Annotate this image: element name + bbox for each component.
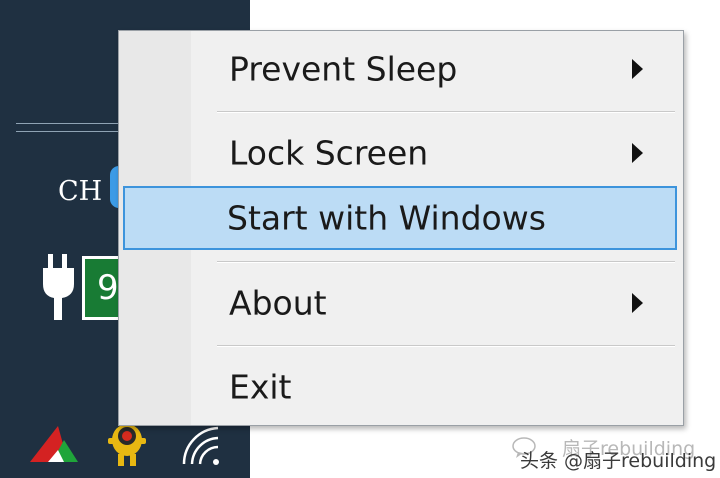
menu-item-exit[interactable]: Exit — [123, 355, 677, 419]
menu-item-about[interactable]: About — [123, 271, 677, 335]
menu-item-label: Exit — [229, 367, 292, 407]
submenu-arrow-icon — [632, 59, 643, 79]
menu-item-label: Lock Screen — [229, 133, 429, 173]
menu-item-lock-screen[interactable]: Lock Screen — [123, 121, 677, 185]
menu-item-label: Prevent Sleep — [229, 49, 458, 89]
submenu-arrow-icon — [632, 293, 643, 313]
watermark-text: 头条 @扇子rebuilding — [520, 450, 717, 472]
menu-item-start-with-windows[interactable]: Start with Windows — [123, 186, 677, 250]
menu-separator — [217, 261, 675, 263]
green-tray-glyph: 9 — [97, 268, 119, 308]
power-plug-icon[interactable] — [40, 252, 80, 322]
submenu-arrow-icon — [632, 143, 643, 163]
menu-item-label: About — [229, 283, 327, 323]
taskbar-divider — [16, 123, 120, 132]
wifi-icon[interactable] — [178, 420, 222, 466]
context-menu: Prevent Sleep Lock Screen Start with Win… — [118, 30, 684, 426]
menu-separator — [217, 345, 675, 347]
red-green-triangle-icon[interactable] — [28, 422, 80, 466]
menu-item-label: Start with Windows — [227, 198, 546, 238]
menu-item-prevent-sleep[interactable]: Prevent Sleep — [123, 37, 677, 101]
menu-separator — [217, 111, 675, 113]
watermark: 扇子rebuilding 头条 @扇子rebuilding — [512, 436, 716, 472]
ime-indicator[interactable]: CH — [58, 176, 102, 207]
